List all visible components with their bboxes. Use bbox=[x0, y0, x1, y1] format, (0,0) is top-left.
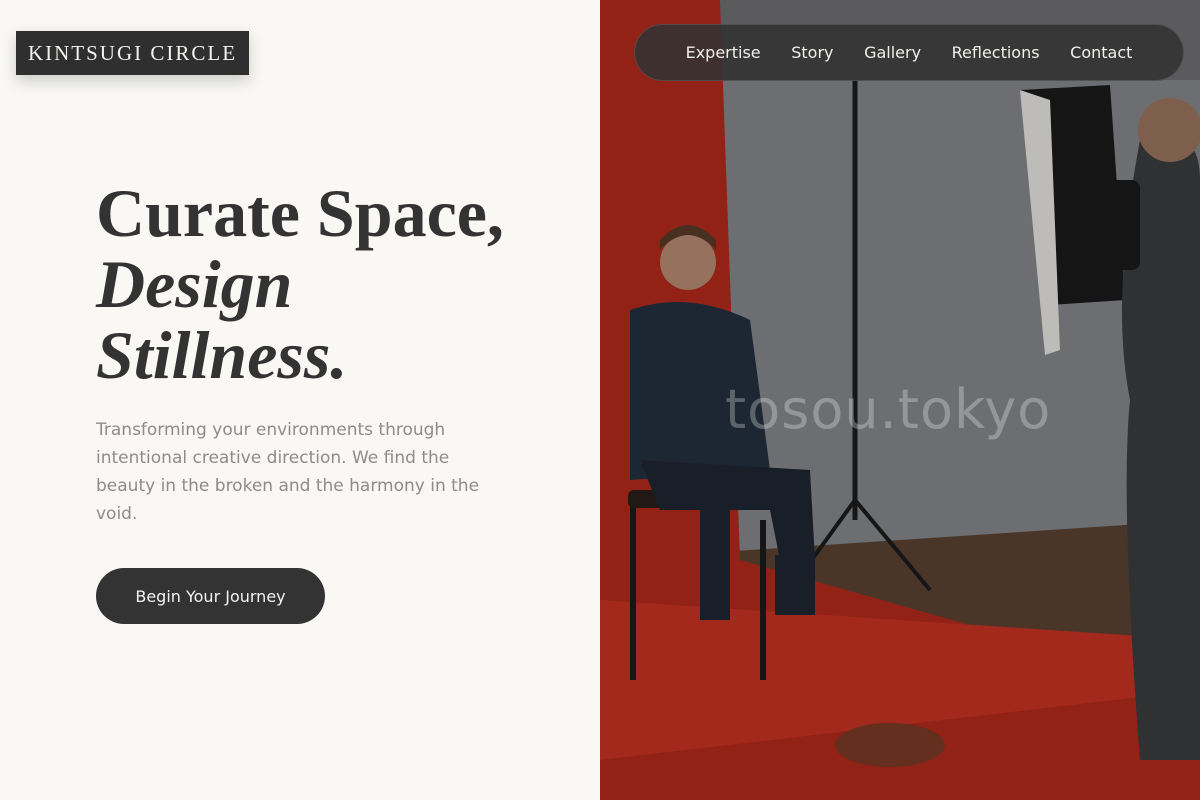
hero-photo: tosou.tokyo bbox=[600, 0, 1200, 800]
photo-watermark: tosou.tokyo bbox=[725, 378, 1052, 441]
main-nav: Expertise Story Gallery Reflections Cont… bbox=[634, 24, 1184, 81]
hero-subtitle: Transforming your environments through i… bbox=[96, 420, 480, 524]
nav-item-gallery[interactable]: Gallery bbox=[864, 43, 921, 62]
begin-journey-button[interactable]: Begin Your Journey bbox=[96, 568, 325, 624]
headline-line-3: Stillness. bbox=[96, 317, 348, 393]
headline-line-2: Design bbox=[96, 246, 293, 322]
hero-headline: Curate Space, Design Stillness. bbox=[96, 178, 576, 391]
hero-left-panel: KINTSUGI CIRCLE Curate Space, Design Sti… bbox=[0, 0, 600, 800]
nav-item-expertise[interactable]: Expertise bbox=[686, 43, 761, 62]
brand-logo[interactable]: KINTSUGI CIRCLE bbox=[16, 31, 249, 75]
nav-item-contact[interactable]: Contact bbox=[1070, 43, 1132, 62]
nav-item-reflections[interactable]: Reflections bbox=[952, 43, 1040, 62]
headline-line-1: Curate Space, bbox=[96, 175, 504, 251]
nav-item-story[interactable]: Story bbox=[791, 43, 833, 62]
